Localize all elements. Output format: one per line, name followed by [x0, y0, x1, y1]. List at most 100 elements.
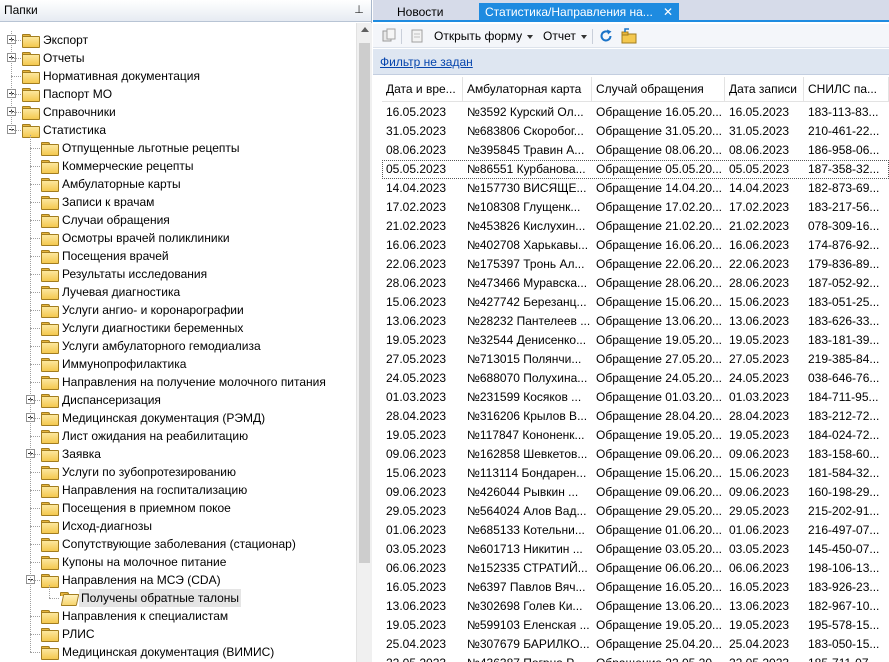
tree-item[interactable]: Услуги диагностики беременных — [0, 319, 356, 337]
table-row[interactable]: 09.06.2023 №426044 Рывкин ... Обращение 09… — [382, 483, 889, 502]
table-row[interactable]: 19.05.2023 №117847 Кононенк... Обращение 1… — [382, 426, 889, 445]
table-cell: 15.06.2023 — [386, 295, 447, 309]
table-row[interactable]: 06.06.2023 №152335 СТРАТИЙ... Обращение 06… — [382, 559, 889, 578]
tree-item[interactable]: Осмотры врачей поликлиники — [0, 229, 356, 247]
tree-item[interactable]: Случаи обращения — [0, 211, 356, 229]
table-cell: №564024 Алов Вад... — [467, 504, 587, 518]
tree-item[interactable]: Направления на МСЭ (CDA) — [0, 571, 356, 589]
tree-item[interactable]: Медицинская документация (ВИМИС) — [0, 643, 356, 661]
tree-item[interactable]: Отпущенные льготные рецепты — [0, 139, 356, 157]
tab-news[interactable]: Новости — [391, 3, 479, 22]
tree-item[interactable]: Результаты исследования — [0, 265, 356, 283]
column-header[interactable]: СНИЛС па... — [804, 77, 889, 102]
tab-statistics-referrals[interactable]: Статистика/Направления на... ✕ — [479, 3, 679, 22]
scroll-up-arrow-icon[interactable] — [361, 27, 369, 32]
table-row[interactable]: 21.02.2023 №453826 Кислухин... Обращение 2… — [382, 217, 889, 236]
table-row[interactable]: 14.04.2023 №157730 ВИСЯЩЕ... Обращение 14.… — [382, 179, 889, 198]
table-row[interactable]: 08.06.2023 №395845 Травин А... Обращение 0… — [382, 141, 889, 160]
tree-item[interactable]: Направления к специалистам — [0, 607, 356, 625]
copy-icon[interactable] — [381, 28, 397, 44]
column-header[interactable]: Амбулаторная карта — [463, 77, 592, 102]
table-row[interactable]: 15.06.2023 №113114 Бондарен... Обращение 1… — [382, 464, 889, 483]
tree-item[interactable]: Нормативная документация — [0, 67, 356, 85]
tree-item[interactable]: Купоны на молочное питание — [0, 553, 356, 571]
table-row[interactable]: 19.05.2023 №32544 Денисенко... Обращение 1… — [382, 331, 889, 350]
table-row[interactable]: 15.06.2023 №427742 Березанц... Обращение 1… — [382, 293, 889, 312]
table-cell: 24.05.2023 — [386, 371, 447, 385]
table-cell: 19.05.2023 — [386, 333, 447, 347]
tree-item[interactable]: Паспорт МО — [0, 85, 356, 103]
table-row[interactable]: 27.05.2023 №713015 Полянчи... Обращение 27… — [382, 350, 889, 369]
close-tab-icon[interactable]: ✕ — [663, 3, 673, 22]
table-cell: №28232 Пантелеев ... — [467, 314, 591, 328]
table-cell: Обращение 17.02.20... — [596, 200, 723, 214]
table-row[interactable]: 25.04.2023 №307679 БАРИЛКО... Обращение 25… — [382, 635, 889, 654]
table-row[interactable]: 05.05.2023 №86551 Курбанова... Обращение 0… — [382, 160, 889, 179]
tree-item[interactable]: Статистика — [0, 121, 356, 139]
folder-icon — [41, 520, 59, 534]
tree-scrollbar[interactable] — [356, 23, 372, 662]
table-row[interactable]: 17.02.2023 №108308 Глущенк... Обращение 17… — [382, 198, 889, 217]
tree-connector-line — [11, 76, 21, 77]
table-row[interactable]: 28.06.2023 №473466 Муравска... Обращение 2… — [382, 274, 889, 293]
tree-item[interactable]: Экспорт — [0, 31, 356, 49]
folder-up-icon[interactable] — [621, 28, 637, 44]
tree-item-label: Сопутствующие заболевания (стационар) — [62, 537, 296, 551]
tree-item[interactable]: Диспансеризация — [0, 391, 356, 409]
tree-item[interactable]: Посещения в приемном покое — [0, 499, 356, 517]
column-header[interactable]: Дата записи — [725, 77, 804, 102]
table-row[interactable]: 03.05.2023 №601713 Никитин ... Обращение 0… — [382, 540, 889, 559]
table-cell: 22.06.2023 — [386, 257, 447, 271]
table-row[interactable]: 16.05.2023 №3592 Курский Ол... Обращение 1… — [382, 103, 889, 122]
tree-item[interactable]: Лучевая диагностика — [0, 283, 356, 301]
tree-item[interactable]: Услуги ангио- и коронарографии — [0, 301, 356, 319]
tree-item[interactable]: Услуги амбулаторного гемодиализа — [0, 337, 356, 355]
scrollbar-thumb[interactable] — [359, 43, 370, 563]
tree-item[interactable]: Направления на получение молочного питан… — [0, 373, 356, 391]
table-cell: Обращение 13.06.20... — [596, 599, 723, 613]
report-button[interactable]: Отчет — [543, 28, 587, 44]
table-cell: 13.06.2023 — [729, 599, 790, 613]
table-row[interactable]: 01.03.2023 №231599 Косяков ... Обращение 0… — [382, 388, 889, 407]
tree-item-label: Исход-диагнозы — [62, 519, 152, 533]
table-cell: 198-106-13... — [808, 561, 880, 575]
table-row[interactable]: 09.06.2023 №162858 Шевкетов... Обращение 0… — [382, 445, 889, 464]
table-row[interactable]: 28.04.2023 №316206 Крылов В... Обращение 2… — [382, 407, 889, 426]
tree-item[interactable]: Лист ожидания на реабилитацию — [0, 427, 356, 445]
column-header[interactable]: Случай обращения — [592, 77, 725, 102]
tree-item[interactable]: Сопутствующие заболевания (стационар) — [0, 535, 356, 553]
table-row[interactable]: 19.05.2023 №599103 Еленская ... Обращение … — [382, 616, 889, 635]
table-row[interactable]: 16.05.2023 №6397 Павлов Вяч... Обращение 1… — [382, 578, 889, 597]
table-row[interactable]: 31.05.2023 №683806 Скоробог... Обращение 3… — [382, 122, 889, 141]
tree-item[interactable]: Иммунопрофилактика — [0, 355, 356, 373]
tree-item[interactable]: Заявка — [0, 445, 356, 463]
tree-item[interactable]: Амбулаторные карты — [0, 175, 356, 193]
table-row[interactable]: 29.05.2023 №564024 Алов Вад... Обращение 2… — [382, 502, 889, 521]
tree-item[interactable]: Справочники — [0, 103, 356, 121]
table-row[interactable]: 13.06.2023 №28232 Пантелеев ... Обращение … — [382, 312, 889, 331]
refresh-icon[interactable] — [598, 28, 614, 44]
table-row[interactable]: 13.06.2023 №302698 Голев Ки... Обращение 1… — [382, 597, 889, 616]
tree-item[interactable]: РЛИС — [0, 625, 356, 643]
tree-item[interactable]: Отчеты — [0, 49, 356, 67]
table-cell: Обращение 15.06.20... — [596, 466, 723, 480]
table-cell: 216-497-07... — [808, 523, 880, 537]
filter-link[interactable]: Фильтр не задан — [380, 55, 473, 69]
tree-item[interactable]: Посещения врачей — [0, 247, 356, 265]
table-row[interactable]: 22.05.2023№436387 Погрна Р...Обращение 2… — [382, 654, 889, 662]
tree-item[interactable]: Медицинская документация (РЭМД) — [0, 409, 356, 427]
column-header[interactable]: Дата и вре... — [382, 77, 463, 102]
table-row[interactable]: 24.05.2023 №688070 Полухина... Обращение 2… — [382, 369, 889, 388]
table-row[interactable]: 16.06.2023 №402708 Харькавы... Обращение 1… — [382, 236, 889, 255]
tree-item[interactable]: Услуги по зубопротезированию — [0, 463, 356, 481]
pin-icon[interactable]: ⊥ — [353, 3, 365, 17]
table-row[interactable]: 01.06.2023 №685133 Котельни... Обращение 0… — [382, 521, 889, 540]
table-row[interactable]: 22.06.2023 №175397 Тронь Ал... Обращение 2… — [382, 255, 889, 274]
new-document-icon[interactable] — [409, 28, 425, 44]
tree-item[interactable]: Коммерческие рецепты — [0, 157, 356, 175]
table-cell: Обращение 19.05.20... — [596, 428, 723, 442]
tree-item[interactable]: Записи к врачам — [0, 193, 356, 211]
open-form-button[interactable]: Открыть форму — [434, 28, 534, 44]
tree-item[interactable]: Направления на госпитализацию — [0, 481, 356, 499]
tree-item[interactable]: Исход-диагнозы — [0, 517, 356, 535]
